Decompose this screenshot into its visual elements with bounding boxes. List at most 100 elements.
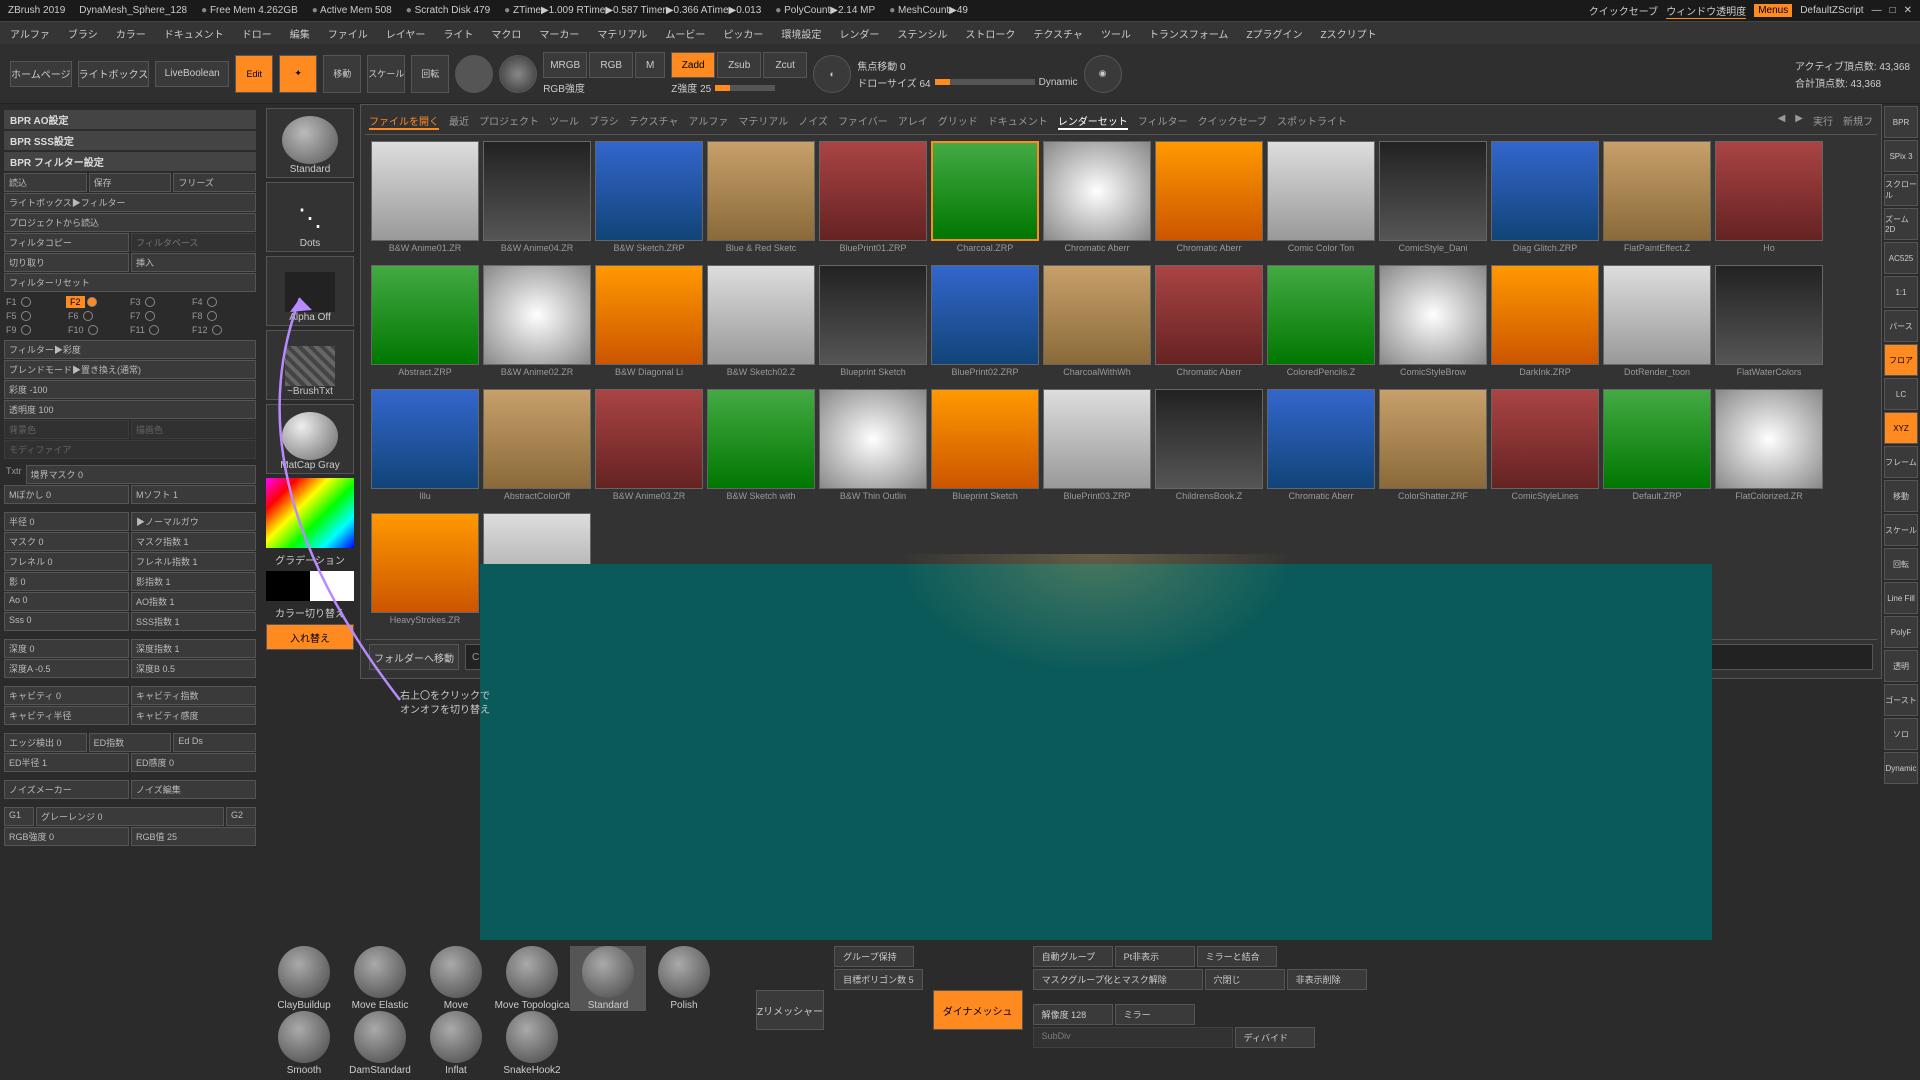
filter-paste-button[interactable]: フィルタペース: [131, 233, 256, 252]
thumb-Chromatic Aberr[interactable]: Chromatic Aberr: [1043, 141, 1151, 261]
menu-Zスクリプト[interactable]: Zスクリプト: [1321, 26, 1377, 41]
menu-ライト[interactable]: ライト: [443, 26, 473, 41]
bpr-filter-header[interactable]: BPR フィルター設定: [4, 152, 256, 171]
filter-copy-button[interactable]: フィルタコピー: [4, 233, 129, 252]
mask-group-button[interactable]: マスクグループ化とマスク解除: [1033, 969, 1203, 990]
opacity-slider[interactable]: 透明度 100: [4, 400, 256, 419]
browser-tab-ツール[interactable]: ツール: [549, 113, 579, 130]
shelf-AC525[interactable]: AC525: [1884, 242, 1918, 274]
quicksave-button[interactable]: クイックセーブ: [1589, 3, 1658, 18]
thumb-FlatPaintEffect.Z[interactable]: FlatPaintEffect.Z: [1603, 141, 1711, 261]
sss-exp-slider[interactable]: SSS指数 1: [131, 612, 256, 631]
mask-exp-slider[interactable]: マスク指数 1: [131, 532, 256, 551]
browser-tab-プロジェクト[interactable]: プロジェクト: [479, 113, 539, 130]
edit-mode-button[interactable]: Edit: [235, 55, 273, 93]
menu-アルファ[interactable]: アルファ: [10, 26, 50, 41]
browser-tab-スポットライト[interactable]: スポットライト: [1277, 113, 1347, 130]
alpha-slot[interactable]: Alpha Off: [266, 256, 354, 326]
browser-run-button[interactable]: 実行: [1813, 113, 1833, 130]
load-button[interactable]: 読込: [4, 173, 87, 192]
filter-F11-toggle[interactable]: [149, 325, 159, 335]
autogroup-button[interactable]: 自動グループ: [1033, 946, 1113, 967]
divide-button[interactable]: ディバイド: [1235, 1027, 1315, 1048]
filter-F5-toggle[interactable]: [21, 311, 31, 321]
thumb-Diag Glitch.ZRP[interactable]: Diag Glitch.ZRP: [1491, 141, 1599, 261]
save-button[interactable]: 保存: [89, 173, 172, 192]
shelf-Line Fill[interactable]: Line Fill: [1884, 582, 1918, 614]
focal-shift-icon[interactable]: ◐: [813, 55, 851, 93]
browser-tab-ノイズ[interactable]: ノイズ: [798, 113, 828, 130]
draw-mode-button[interactable]: ✦: [279, 55, 317, 93]
depth-b-slider[interactable]: 深度B 0.5: [131, 659, 256, 678]
menu-マクロ[interactable]: マクロ: [491, 26, 521, 41]
rgb-button[interactable]: RGB: [589, 52, 633, 78]
thumb-ComicStyleBrow[interactable]: ComicStyleBrow: [1379, 265, 1487, 385]
gyro-button[interactable]: [455, 55, 493, 93]
default-zscript[interactable]: DefaultZScript: [1800, 5, 1863, 16]
thumb-B&W Anime03.ZR[interactable]: B&W Anime03.ZR: [595, 389, 703, 509]
thumb-ColorShatter.ZRF[interactable]: ColorShatter.ZRF: [1379, 389, 1487, 509]
depth-a-slider[interactable]: 深度A -0.5: [4, 659, 129, 678]
shelf-スケール[interactable]: スケール: [1884, 514, 1918, 546]
ao-exp-slider[interactable]: AO指数 1: [131, 592, 256, 611]
thumb-DarkInk.ZRP[interactable]: DarkInk.ZRP: [1491, 265, 1599, 385]
thumb-BluePrint03.ZRP[interactable]: BluePrint03.ZRP: [1043, 389, 1151, 509]
thumb-B&W Diagonal Li[interactable]: B&W Diagonal Li: [595, 265, 703, 385]
menu-ファイル[interactable]: ファイル: [328, 26, 368, 41]
rgb-value-slider[interactable]: RGB值 25: [131, 827, 256, 846]
color-swatches[interactable]: [266, 571, 354, 601]
mirror-weld-button[interactable]: ミラーと結合: [1197, 946, 1277, 967]
homepage-button[interactable]: ホームページ: [10, 61, 72, 87]
gray-range-slider[interactable]: グレーレンジ 0: [36, 807, 224, 826]
shelf-SPix 3[interactable]: SPix 3: [1884, 140, 1918, 172]
swap-button[interactable]: 入れ替え: [266, 624, 354, 650]
menus-toggle[interactable]: Menus: [1754, 4, 1792, 17]
browser-tab-グリッド[interactable]: グリッド: [938, 113, 978, 130]
zremesher-button[interactable]: Zリメッシャー: [756, 990, 824, 1030]
draw-size-icon[interactable]: ◉: [1084, 55, 1122, 93]
shelf-移動[interactable]: 移動: [1884, 480, 1918, 512]
browser-tab-ブラシ[interactable]: ブラシ: [589, 113, 619, 130]
zsub-button[interactable]: Zsub: [717, 52, 761, 78]
browser-tab-最近[interactable]: 最近: [449, 113, 469, 130]
dynamesh-button[interactable]: ダイナメッシュ: [933, 990, 1023, 1030]
window-minimize-icon[interactable]: —: [1872, 5, 1882, 16]
resolution-slider[interactable]: 解像度 128: [1033, 1004, 1113, 1025]
cavity-rad-slider[interactable]: キャビティ半径: [4, 706, 129, 725]
browser-tab-レンダーセット[interactable]: レンダーセット: [1058, 113, 1128, 130]
menu-ピッカー[interactable]: ピッカー: [723, 26, 763, 41]
freeze-button[interactable]: フリーズ: [173, 173, 256, 192]
sss-slider[interactable]: Sss 0: [4, 612, 129, 631]
edge-detect-slider[interactable]: エッジ検出 0: [4, 733, 87, 752]
noise-edit-button[interactable]: ノイズ編集: [131, 780, 256, 799]
draw-size-slider[interactable]: ドローサイズ 64: [857, 75, 930, 90]
bpr-ao-header[interactable]: BPR AO設定: [4, 110, 256, 129]
thumb-B&W Anime04.ZR[interactable]: B&W Anime04.ZR: [483, 141, 591, 261]
g1-button[interactable]: G1: [4, 807, 34, 826]
thumb-CharcoalWithWh[interactable]: CharcoalWithWh: [1043, 265, 1151, 385]
menu-編集[interactable]: 編集: [290, 26, 310, 41]
ed-ds-slider[interactable]: Ed Ds: [173, 733, 256, 752]
menu-ドキュメント[interactable]: ドキュメント: [164, 26, 224, 41]
browser-tab-マテリアル[interactable]: マテリアル: [738, 113, 788, 130]
menu-レイヤー[interactable]: レイヤー: [386, 26, 426, 41]
menu-テクスチャ[interactable]: テクスチャ: [1033, 26, 1083, 41]
thumb-Default.ZRP[interactable]: Default.ZRP: [1603, 389, 1711, 509]
thumb-Chromatic Aberr[interactable]: Chromatic Aberr: [1155, 141, 1263, 261]
cavity-slider[interactable]: キャビティ 0: [4, 686, 129, 705]
rgb-intensity-slider[interactable]: RGB強度 0: [4, 827, 129, 846]
filter-reset-button[interactable]: フィルターリセット: [4, 273, 256, 292]
browser-tab-ファイルを開く[interactable]: ファイルを開く: [369, 113, 439, 130]
saturation-slider[interactable]: 彩度 -100: [4, 380, 256, 399]
boundary-mask-slider[interactable]: 境界マスク 0: [26, 465, 257, 484]
ed-rad-slider[interactable]: ED半径 1: [4, 753, 129, 772]
thumb-Ho[interactable]: Ho: [1715, 141, 1823, 261]
shelf-XYZ[interactable]: XYZ: [1884, 412, 1918, 444]
brush-Move Topologica[interactable]: Move Topologica: [494, 946, 570, 1011]
shelf-PolyF[interactable]: PolyF: [1884, 616, 1918, 648]
del-hidden-button[interactable]: 非表示削除: [1287, 969, 1367, 990]
bpr-sss-header[interactable]: BPR SSS設定: [4, 131, 256, 150]
cavity-sens-slider[interactable]: キャビティ感度: [131, 706, 256, 725]
shelf-フロア[interactable]: フロア: [1884, 344, 1918, 376]
focal-shift-slider[interactable]: 焦点移動 0: [857, 58, 1077, 73]
